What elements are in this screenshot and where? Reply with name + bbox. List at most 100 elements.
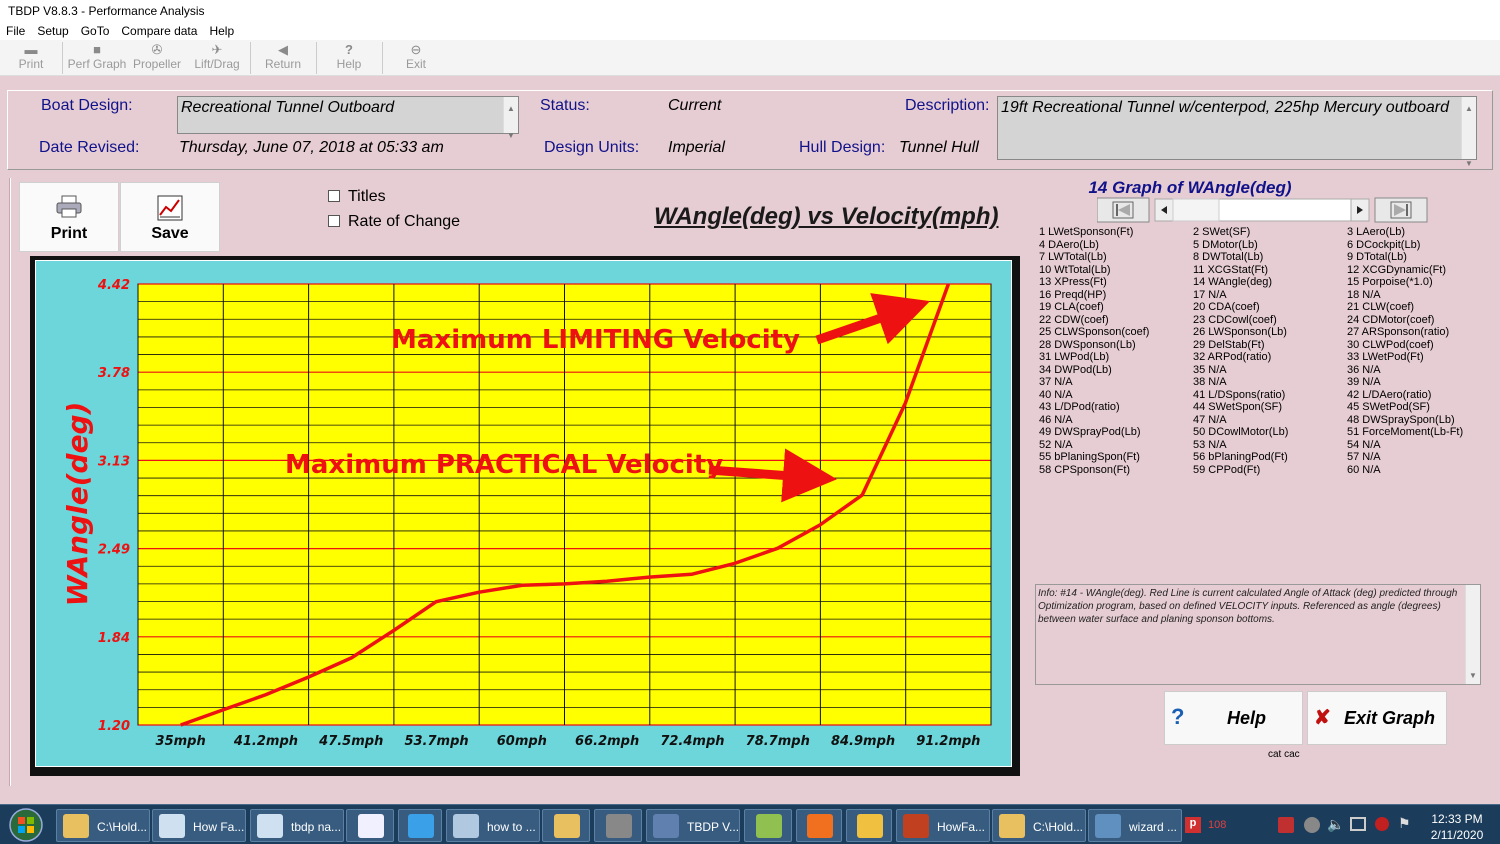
- variable-item[interactable]: 22 CDW(coef): [1039, 314, 1109, 326]
- variable-item[interactable]: 43 L/DPod(ratio): [1039, 401, 1120, 413]
- variable-item[interactable]: 13 XPress(Ft): [1039, 276, 1107, 288]
- toolbar-perf-graph-button[interactable]: ■ Perf Graph: [66, 40, 128, 76]
- taskbar-item[interactable]: [846, 809, 892, 842]
- variable-item[interactable]: 2 SWet(SF): [1193, 226, 1250, 238]
- menu-setup[interactable]: Setup: [31, 22, 74, 38]
- flag-icon[interactable]: ⚑: [1398, 815, 1411, 832]
- variable-item[interactable]: 33 LWetPod(Ft): [1347, 351, 1424, 363]
- variable-item[interactable]: 15 Porpoise(*1.0): [1347, 276, 1433, 288]
- tray-icon[interactable]: [1278, 817, 1294, 833]
- variable-item[interactable]: 8 DWTotal(Lb): [1193, 251, 1263, 263]
- variable-item[interactable]: 4 DAero(Lb): [1039, 239, 1099, 251]
- last-graph-button[interactable]: [1374, 197, 1428, 223]
- variable-item[interactable]: 50 DCowlMotor(Lb): [1193, 426, 1288, 438]
- variable-item[interactable]: 24 CDMotor(coef): [1347, 314, 1434, 326]
- checkbox-box[interactable]: [328, 215, 340, 227]
- save-graph-button[interactable]: Save: [120, 182, 220, 252]
- variable-item[interactable]: 57 N/A: [1347, 451, 1381, 463]
- variable-item[interactable]: 18 N/A: [1347, 289, 1381, 301]
- toolbar-propeller-button[interactable]: ✇ Propeller: [130, 40, 184, 76]
- variable-item[interactable]: 58 CPSponson(Ft): [1039, 464, 1130, 476]
- variable-item[interactable]: 51 ForceMoment(Lb-Ft): [1347, 426, 1463, 438]
- graph-scrollbar[interactable]: [1154, 198, 1370, 222]
- toolbar-lift-drag-button[interactable]: ✈ Lift/Drag: [190, 40, 244, 76]
- toolbar-help-button[interactable]: ? Help: [326, 40, 372, 76]
- variable-item[interactable]: 14 WAngle(deg): [1193, 276, 1272, 288]
- variable-item[interactable]: 32 ARPod(ratio): [1193, 351, 1271, 363]
- variable-item[interactable]: 42 L/DAero(ratio): [1347, 389, 1431, 401]
- variable-item[interactable]: 41 L/DSpons(ratio): [1193, 389, 1285, 401]
- taskbar-item[interactable]: TBDP V...: [646, 809, 740, 842]
- start-button[interactable]: [8, 808, 44, 842]
- security-icon[interactable]: [1375, 817, 1389, 831]
- variable-item[interactable]: 36 N/A: [1347, 364, 1381, 376]
- variable-item[interactable]: 55 bPlaningSpon(Ft): [1039, 451, 1140, 463]
- taskbar-item[interactable]: How Fa...: [152, 809, 246, 842]
- variable-item[interactable]: 44 SWetSpon(SF): [1193, 401, 1282, 413]
- exit-graph-button[interactable]: ✘ Exit Graph: [1307, 691, 1447, 745]
- variable-item[interactable]: 40 N/A: [1039, 389, 1073, 401]
- rate-of-change-checkbox[interactable]: Rate of Change: [328, 213, 460, 231]
- variable-item[interactable]: 53 N/A: [1193, 439, 1227, 451]
- taskbar-item[interactable]: [542, 809, 590, 842]
- variable-item[interactable]: 1 LWetSponson(Ft): [1039, 226, 1133, 238]
- variable-item[interactable]: 7 LWTotal(Lb): [1039, 251, 1107, 263]
- toolbar-return-button[interactable]: ◀ Return: [258, 40, 308, 76]
- variable-item[interactable]: 5 DMotor(Lb): [1193, 239, 1258, 251]
- variable-item[interactable]: 11 XCGStat(Ft): [1193, 264, 1268, 276]
- taskbar-item[interactable]: C:\Hold...: [56, 809, 150, 842]
- tray-app-icon[interactable]: p: [1185, 817, 1201, 833]
- variable-item[interactable]: 26 LWSponson(Lb): [1193, 326, 1287, 338]
- toolbar-exit-button[interactable]: ⊖ Exit: [394, 40, 438, 76]
- variable-item[interactable]: 10 WtTotal(Lb): [1039, 264, 1111, 276]
- menu-goto[interactable]: GoTo: [75, 22, 116, 38]
- taskbar-item[interactable]: tbdp na...: [250, 809, 344, 842]
- variable-item[interactable]: 49 DWSprayPod(Lb): [1039, 426, 1141, 438]
- variable-item[interactable]: 6 DCockpit(Lb): [1347, 239, 1420, 251]
- variable-item[interactable]: 34 DWPod(Lb): [1039, 364, 1112, 376]
- network-icon[interactable]: [1350, 817, 1366, 831]
- checkbox-box[interactable]: [328, 190, 340, 202]
- menu-file[interactable]: File: [0, 22, 31, 38]
- taskbar-item[interactable]: C:\Hold...: [992, 809, 1086, 842]
- variable-item[interactable]: 27 ARSponson(ratio): [1347, 326, 1449, 338]
- toolbar-print-button[interactable]: ▬ Print: [8, 40, 54, 76]
- variable-item[interactable]: 25 CLWSponson(coef): [1039, 326, 1149, 338]
- info-scrollbar[interactable]: ▼: [1465, 585, 1480, 684]
- variable-item[interactable]: 30 CLWPod(coef): [1347, 339, 1434, 351]
- first-graph-button[interactable]: [1097, 197, 1150, 223]
- taskbar-item[interactable]: [594, 809, 642, 842]
- taskbar-item[interactable]: [744, 809, 792, 842]
- description-scrollbar[interactable]: ▲ ▼: [1461, 97, 1476, 168]
- variable-item[interactable]: 60 N/A: [1347, 464, 1381, 476]
- variable-item[interactable]: 19 CLA(coef): [1039, 301, 1104, 313]
- taskbar-item[interactable]: [346, 809, 394, 842]
- variable-item[interactable]: 16 Preqd(HP): [1039, 289, 1106, 301]
- print-graph-button[interactable]: Print: [19, 182, 119, 252]
- variable-item[interactable]: 45 SWetPod(SF): [1347, 401, 1430, 413]
- volume-icon[interactable]: 🔈: [1327, 816, 1344, 833]
- variable-item[interactable]: 29 DelStab(Ft): [1193, 339, 1265, 351]
- taskbar-item[interactable]: wizard ...: [1088, 809, 1182, 842]
- variable-item[interactable]: 39 N/A: [1347, 376, 1381, 388]
- taskbar-item[interactable]: how to ...: [446, 809, 540, 842]
- variable-item[interactable]: 23 CDCowl(coef): [1193, 314, 1277, 326]
- variable-item[interactable]: 59 CPPod(Ft): [1193, 464, 1260, 476]
- menu-compare-data[interactable]: Compare data: [115, 22, 203, 38]
- variable-item[interactable]: 28 DWSponson(Lb): [1039, 339, 1136, 351]
- variable-item[interactable]: 47 N/A: [1193, 414, 1227, 426]
- description-field[interactable]: 19ft Recreational Tunnel w/centerpod, 22…: [997, 96, 1477, 168]
- taskbar-item[interactable]: HowFa...: [896, 809, 990, 842]
- variable-item[interactable]: 38 N/A: [1193, 376, 1227, 388]
- taskbar-item[interactable]: [796, 809, 842, 842]
- variable-item[interactable]: 31 LWPod(Lb): [1039, 351, 1109, 363]
- variable-item[interactable]: 17 N/A: [1193, 289, 1227, 301]
- variable-item[interactable]: 48 DWSpraySpon(Lb): [1347, 414, 1455, 426]
- help-button[interactable]: ? Help: [1164, 691, 1303, 745]
- variable-item[interactable]: 54 N/A: [1347, 439, 1381, 451]
- variable-item[interactable]: 21 CLW(coef): [1347, 301, 1414, 313]
- variable-item[interactable]: 37 N/A: [1039, 376, 1073, 388]
- variable-item[interactable]: 20 CDA(coef): [1193, 301, 1260, 313]
- variable-item[interactable]: 12 XCGDynamic(Ft): [1347, 264, 1446, 276]
- clock[interactable]: 12:33 PM 2/11/2020: [1418, 811, 1496, 843]
